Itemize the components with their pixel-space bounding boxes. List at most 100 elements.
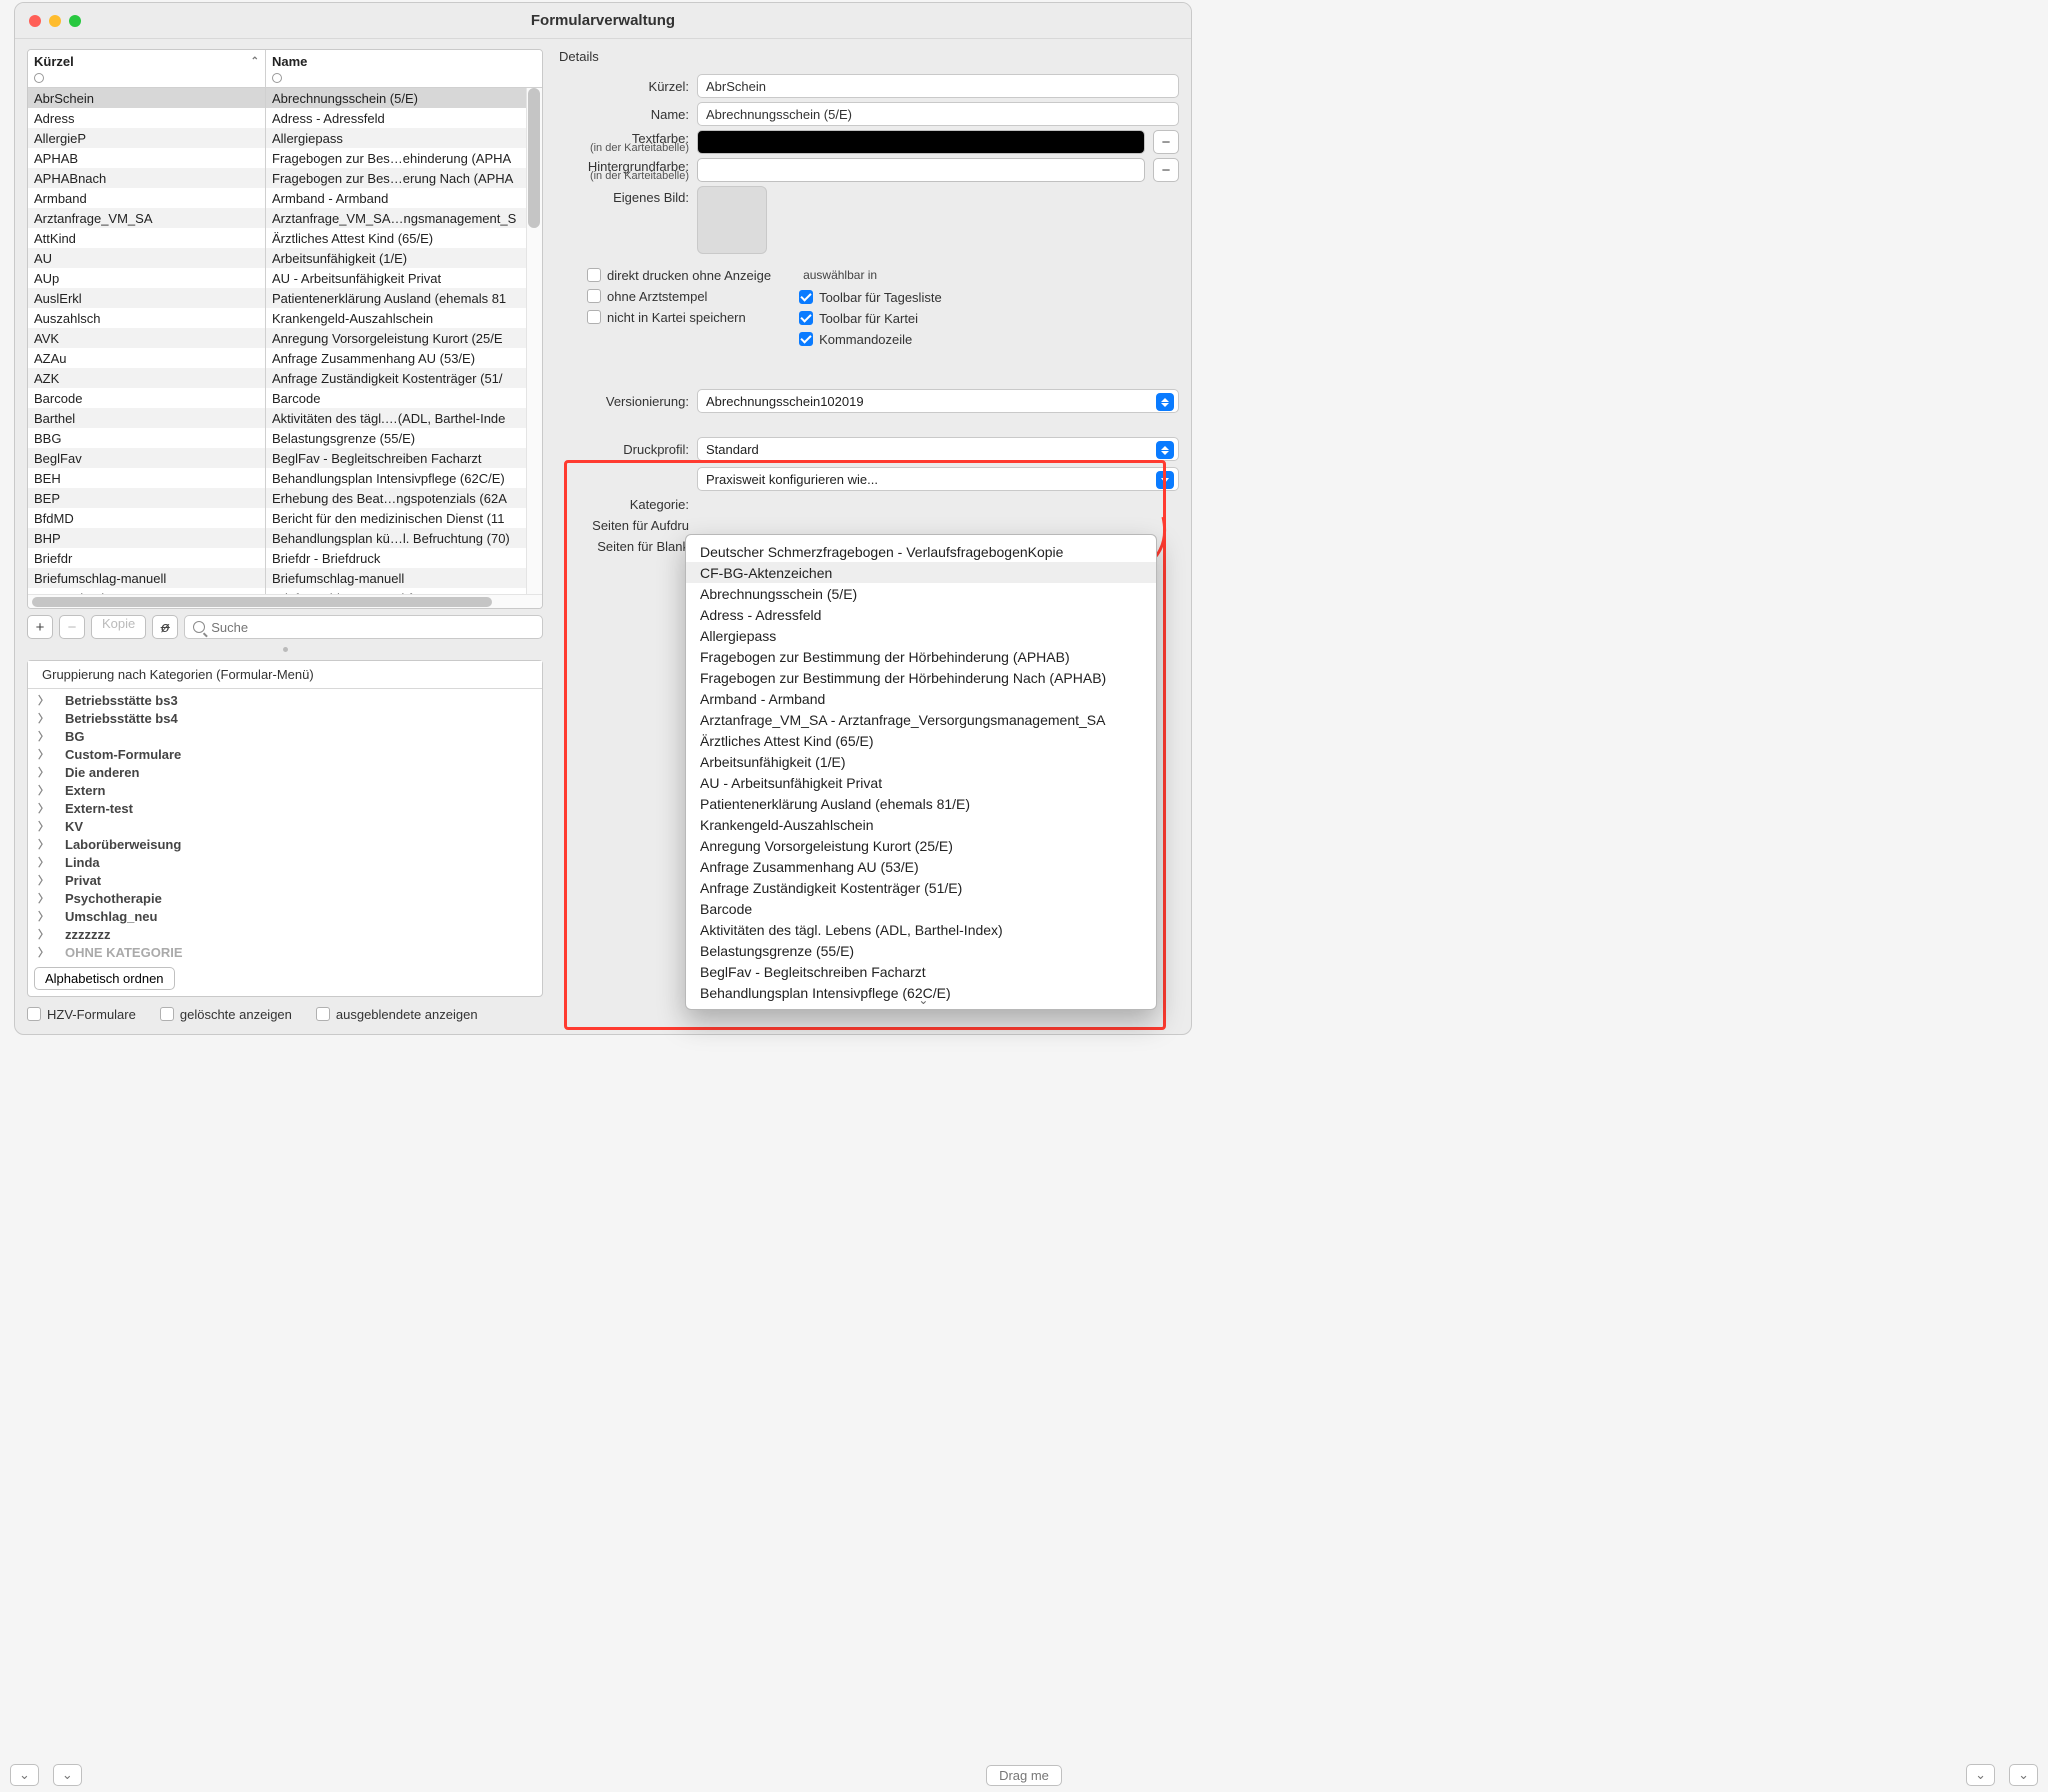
bgcolor-swatch[interactable] [697, 158, 1145, 182]
chevron-down-icon[interactable]: ⌄ [2009, 1764, 2038, 1786]
clear-bgcolor-button[interactable]: − [1153, 158, 1179, 182]
dropdown-item[interactable]: Anregung Vorsorgeleistung Kurort (25/E) [686, 835, 1156, 856]
dropdown-item[interactable]: Fragebogen zur Bestimmung der Hörbehinde… [686, 667, 1156, 688]
category-row[interactable]: 〉Privat [28, 871, 542, 889]
code-field[interactable] [697, 74, 1179, 98]
table-row[interactable]: AuslErklPatientenerklärung Ausland (ehem… [28, 288, 526, 308]
table-row[interactable]: BriefdrBriefdr - Briefdruck [28, 548, 526, 568]
dropdown-item[interactable]: Armband - Armband [686, 688, 1156, 709]
table-row[interactable]: AZKAnfrage Zuständigkeit Kostenträger (5… [28, 368, 526, 388]
table-row[interactable]: APHABnachFragebogen zur Bes…erung Nach (… [28, 168, 526, 188]
table-row[interactable]: BEHBehandlungsplan Intensivpflege (62C/E… [28, 468, 526, 488]
strike-icon[interactable]: ø [152, 615, 178, 639]
hidden-checkbox[interactable]: ausgeblendete anzeigen [316, 1007, 478, 1022]
dropdown-item[interactable]: Adress - Adressfeld [686, 604, 1156, 625]
category-row[interactable]: 〉Betriebsstätte bs4 [28, 709, 542, 727]
table-row[interactable]: AuszahlschKrankengeld-Auszahlschein [28, 308, 526, 328]
chevron-down-icon[interactable]: ⌄ [53, 1764, 82, 1786]
table-row[interactable]: AdressAdress - Adressfeld [28, 108, 526, 128]
check-no-stamp[interactable]: ohne Arztstempel [587, 289, 771, 304]
drag-handle[interactable]: Drag me [986, 1765, 1062, 1786]
close-icon[interactable] [29, 15, 41, 27]
table-row[interactable]: BeglFavBeglFav - Begleitschreiben Fachar… [28, 448, 526, 468]
check-toolbar-kartei[interactable]: Toolbar für Kartei [799, 311, 942, 326]
scroll-down-icon[interactable]: ⌄ [918, 993, 928, 1007]
table-body[interactable]: AbrScheinAbrechnungsschein (5/E)AdressAd… [28, 88, 542, 594]
category-row[interactable]: 〉Laborüberweisung [28, 835, 542, 853]
table-row[interactable]: BarcodeBarcode [28, 388, 526, 408]
dropdown-item[interactable]: Aktivitäten des tägl. Lebens (ADL, Barth… [686, 919, 1156, 940]
table-row[interactable]: ArmbandArmband - Armband [28, 188, 526, 208]
dropdown-item[interactable]: Barcode [686, 898, 1156, 919]
col-header-name[interactable]: Name [266, 50, 542, 87]
sort-alpha-button[interactable]: Alphabetisch ordnen [34, 967, 175, 990]
dropdown-item[interactable]: Deutscher Schmerzfragebogen - Verlaufsfr… [686, 541, 1156, 562]
category-row[interactable]: 〉OHNE KATEGORIE [28, 943, 542, 961]
dropdown-item[interactable]: BeglFav - Begleitschreiben Facharzt [686, 961, 1156, 982]
minimize-icon[interactable] [49, 15, 61, 27]
dropdown-item[interactable]: Allergiepass [686, 625, 1156, 646]
check-no-save[interactable]: nicht in Kartei speichern [587, 310, 771, 325]
category-row[interactable]: 〉Psychotherapie [28, 889, 542, 907]
dropdown-item[interactable]: AU - Arbeitsunfähigkeit Privat [686, 772, 1156, 793]
table-row[interactable]: BarthelAktivitäten des tägl.…(ADL, Barth… [28, 408, 526, 428]
praxis-config-select[interactable]: Praxisweit konfigurieren wie... [697, 467, 1179, 491]
table-row[interactable]: AllergiePAllergiepass [28, 128, 526, 148]
table-row[interactable]: BBGBelastungsgrenze (55/E) [28, 428, 526, 448]
chevron-down-icon[interactable]: ⌄ [1966, 1764, 1995, 1786]
dropdown-item[interactable]: Arztanfrage_VM_SA - Arztanfrage_Versorgu… [686, 709, 1156, 730]
category-row[interactable]: 〉Umschlag_neu [28, 907, 542, 925]
radio-icon[interactable] [34, 73, 44, 83]
category-row[interactable]: 〉Extern [28, 781, 542, 799]
radio-icon[interactable] [272, 73, 282, 83]
remove-button[interactable]: − [59, 615, 85, 639]
dropdown-item[interactable]: Anfrage Zuständigkeit Kostenträger (51/E… [686, 877, 1156, 898]
category-row[interactable]: 〉Die anderen [28, 763, 542, 781]
dropdown-item[interactable]: Fragebogen zur Bestimmung der Hörbehinde… [686, 646, 1156, 667]
chevron-down-icon[interactable]: ⌄ [10, 1764, 39, 1786]
category-row[interactable]: 〉zzzzzzz [28, 925, 542, 943]
hzv-checkbox[interactable]: HZV-Formulare [27, 1007, 136, 1022]
dropdown-item[interactable]: Anfrage Zusammenhang AU (53/E) [686, 856, 1156, 877]
category-row[interactable]: 〉Extern-test [28, 799, 542, 817]
category-row[interactable]: 〉Custom-Formulare [28, 745, 542, 763]
dropdown-item[interactable]: Arbeitsunfähigkeit (1/E) [686, 751, 1156, 772]
category-row[interactable]: 〉Linda [28, 853, 542, 871]
textcolor-swatch[interactable] [697, 130, 1145, 154]
printprofile-select[interactable]: Standard [697, 437, 1179, 461]
category-row[interactable]: 〉KV [28, 817, 542, 835]
table-row[interactable]: BHPBehandlungsplan kü…l. Befruchtung (70… [28, 528, 526, 548]
deleted-checkbox[interactable]: gelöschte anzeigen [160, 1007, 292, 1022]
image-well[interactable] [697, 186, 767, 254]
dropdown-item[interactable]: CF-BG-Aktenzeichen [686, 562, 1156, 583]
clear-textcolor-button[interactable]: − [1153, 130, 1179, 154]
table-row[interactable]: AbrScheinAbrechnungsschein (5/E) [28, 88, 526, 108]
table-row[interactable]: AZAuAnfrage Zusammenhang AU (53/E) [28, 348, 526, 368]
category-row[interactable]: 〉BG [28, 727, 542, 745]
table-row[interactable]: AUArbeitsunfähigkeit (1/E) [28, 248, 526, 268]
maximize-icon[interactable] [69, 15, 81, 27]
dropdown-item[interactable]: Patientenerklärung Ausland (ehemals 81/E… [686, 793, 1156, 814]
add-button[interactable]: + [27, 615, 53, 639]
dropdown-item[interactable]: Krankengeld-Auszahlschein [686, 814, 1156, 835]
table-row[interactable]: Arztanfrage_VM_SAArztanfrage_VM_SA…ngsma… [28, 208, 526, 228]
search-field[interactable] [211, 620, 534, 635]
table-row[interactable]: AVKAnregung Vorsorgeleistung Kurort (25/… [28, 328, 526, 348]
table-row[interactable]: BEPErhebung des Beat…ngspotenzials (62A [28, 488, 526, 508]
resize-handle-icon[interactable] [283, 647, 288, 652]
name-field[interactable] [697, 102, 1179, 126]
dropdown-item[interactable]: Abrechnungsschein (5/E) [686, 583, 1156, 604]
hscrollbar[interactable] [28, 594, 542, 608]
check-commandline[interactable]: Kommandozeile [799, 332, 942, 347]
table-row[interactable]: BfdMDBericht für den medizinischen Diens… [28, 508, 526, 528]
vscrollbar[interactable] [526, 88, 542, 594]
search-input[interactable] [184, 615, 543, 639]
check-direct-print[interactable]: direkt drucken ohne Anzeige [587, 268, 771, 283]
praxis-config-dropdown[interactable]: Deutscher Schmerzfragebogen - Verlaufsfr… [685, 534, 1157, 1010]
table-row[interactable]: AUpAU - Arbeitsunfähigkeit Privat [28, 268, 526, 288]
check-toolbar-dayslist[interactable]: Toolbar für Tagesliste [799, 290, 942, 305]
col-header-code[interactable]: Kürzel⌃ [28, 50, 266, 87]
table-row[interactable]: AttKindÄrztliches Attest Kind (65/E) [28, 228, 526, 248]
copy-button[interactable]: Kopie [91, 615, 146, 639]
version-select[interactable]: Abrechnungsschein102019 [697, 389, 1179, 413]
